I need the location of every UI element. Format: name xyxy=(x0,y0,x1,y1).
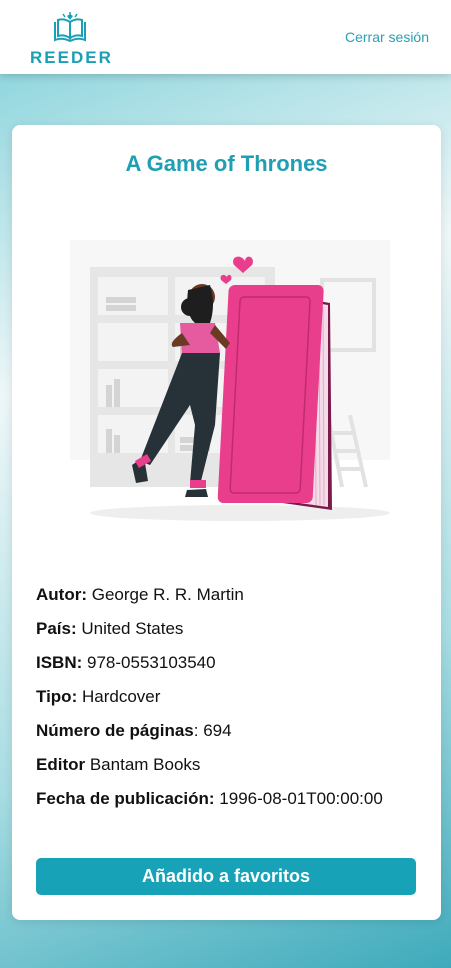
logout-link[interactable]: Cerrar sesión xyxy=(345,29,429,45)
publication-date-value: 1996-08-01T00:00:00 xyxy=(219,789,383,808)
reeder-logo[interactable]: REEDER xyxy=(30,10,113,67)
reading-illustration xyxy=(40,225,420,525)
field-label: ISBN: xyxy=(36,653,83,672)
type-row: Tipo: Hardcover xyxy=(36,685,426,709)
logo-text: REEDER xyxy=(30,48,113,67)
author-value: George R. R. Martin xyxy=(91,585,244,604)
field-label: Autor: xyxy=(36,585,87,604)
favorite-button[interactable]: Añadido a favoritos xyxy=(36,858,416,895)
field-label: Número de páginas xyxy=(36,721,194,740)
isbn-value: 978-0553103540 xyxy=(87,653,216,672)
publisher-value: Bantam Books xyxy=(89,755,201,774)
book-card: A Game of Thrones Autor: George R. R. Ma… xyxy=(12,125,441,920)
top-header: REEDER Cerrar sesión xyxy=(0,0,451,74)
country-row: País: United States xyxy=(36,617,426,641)
pages-value: : 694 xyxy=(193,721,232,740)
type-value: Hardcover xyxy=(81,687,161,706)
country-value: United States xyxy=(81,619,184,638)
field-label: Fecha de publicación: xyxy=(36,789,215,808)
field-label: Editor xyxy=(36,755,86,774)
book-details: Autor: George R. R. Martin País: United … xyxy=(36,583,426,811)
publication-date-row: Fecha de publicación: 1996-08-01T00:00:0… xyxy=(36,787,426,811)
isbn-row: ISBN: 978-0553103540 xyxy=(36,651,426,675)
open-book-icon xyxy=(54,12,86,43)
field-label: Tipo: xyxy=(36,687,78,706)
book-title: A Game of Thrones xyxy=(125,151,328,176)
author-row: Autor: George R. R. Martin xyxy=(36,583,426,607)
pages-row: Número de páginas: 694 xyxy=(36,719,426,743)
publisher-row: Editor Bantam Books xyxy=(36,753,426,777)
field-label: País: xyxy=(36,619,77,638)
